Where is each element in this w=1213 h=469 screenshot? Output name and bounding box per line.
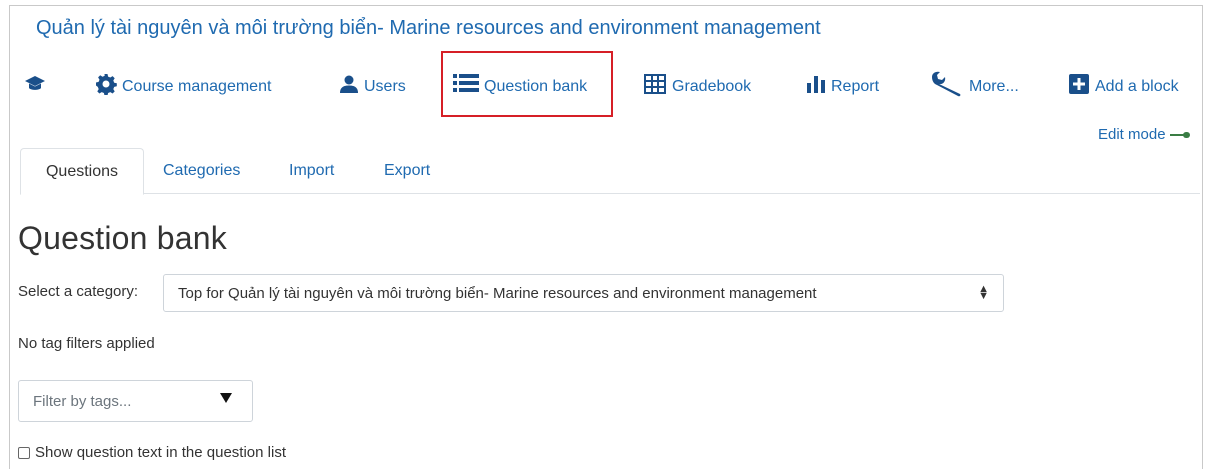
show-question-text-checkbox[interactable] [18, 446, 30, 459]
tab-categories[interactable]: Categories [163, 148, 240, 194]
gradebook-label: Gradebook [672, 78, 752, 95]
dropdown-triangle-icon[interactable] [220, 393, 232, 403]
bar-chart-icon [806, 75, 826, 93]
add-a-block-label: Add a block [1095, 78, 1179, 95]
question-bank-highlight-box [441, 51, 613, 117]
more-button[interactable]: More... [930, 64, 1019, 104]
edit-mode-toggle[interactable]: Edit mode [1098, 126, 1190, 143]
course-management-label: Course management [122, 78, 272, 95]
tab-questions[interactable]: Questions [20, 148, 144, 195]
question-bank-tabs: Questions Categories Import Export [20, 148, 1200, 195]
edit-mode-label: Edit mode [1098, 126, 1166, 143]
course-home-button[interactable] [24, 64, 46, 104]
gradebook-button[interactable]: Gradebook [643, 64, 751, 104]
more-label: More... [969, 78, 1019, 95]
users-label: Users [364, 78, 406, 95]
page-title: Question bank [18, 220, 227, 256]
toggle-switch-icon[interactable] [1169, 131, 1190, 138]
filter-by-tags-placeholder: Filter by tags... [33, 392, 132, 410]
category-select-value: Top for Quản lý tài nguyên và môi trường… [178, 284, 817, 302]
report-label: Report [831, 78, 880, 95]
wrench-icon [930, 71, 964, 97]
report-button[interactable]: Report [806, 64, 879, 104]
add-a-block-button[interactable]: Add a block [1068, 64, 1179, 104]
category-label: Select a category: [18, 283, 139, 300]
gear-icon [95, 73, 117, 95]
show-question-text-option[interactable]: Show question text in the question list [18, 444, 286, 461]
tab-export[interactable]: Export [384, 148, 430, 194]
course-management-button[interactable]: Course management [95, 64, 271, 104]
table-icon [643, 73, 667, 95]
tag-filter-status: No tag filters applied [18, 335, 155, 352]
category-select[interactable]: Top for Quản lý tài nguyên và môi trường… [163, 274, 1004, 312]
select-arrows-icon: ▲ ▼ [978, 283, 989, 302]
show-question-text-label: Show question text in the question list [35, 444, 286, 461]
tab-import[interactable]: Import [289, 148, 334, 194]
graduation-cap-icon [24, 75, 46, 93]
filter-by-tags-input[interactable]: Filter by tags... [18, 380, 253, 422]
users-button[interactable]: Users [339, 64, 406, 104]
course-title[interactable]: Quản lý tài nguyên và môi trường biển- M… [36, 17, 821, 40]
plus-square-icon [1068, 73, 1090, 95]
user-icon [339, 74, 359, 94]
